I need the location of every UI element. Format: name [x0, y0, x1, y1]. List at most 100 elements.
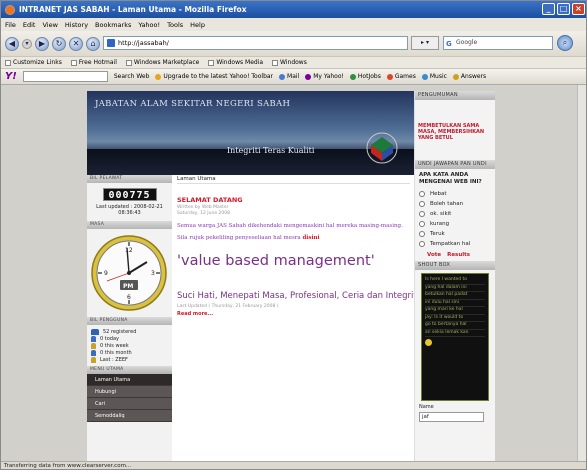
poll-option[interactable]: Tempatkan hal	[419, 239, 491, 249]
stat-month: 0 this month	[91, 349, 168, 356]
bookmark-item[interactable]: Windows Media	[208, 59, 263, 66]
bookmark-item[interactable]: Windows Marketplace	[125, 59, 199, 66]
search-go-icon[interactable]: ⌕	[557, 35, 573, 51]
home-button[interactable]: ⌂	[86, 36, 100, 51]
department-logo-icon	[366, 132, 398, 164]
back-dropdown-icon[interactable]: ▾	[22, 38, 32, 49]
radio-button[interactable]	[419, 221, 425, 227]
yahoo-upgrade[interactable]: Upgrade to the latest Yahoo! Toolbar	[155, 73, 273, 80]
stat-registered: 52 registered	[91, 328, 168, 335]
shout-message: yang mari ke hal	[425, 307, 485, 315]
poll: APA KATA ANDA MENGENAI WEB INI? Hebat Bo…	[415, 169, 495, 261]
address-bar[interactable]: http://jassabah/	[103, 36, 408, 50]
menu-tools[interactable]: Tools	[167, 21, 183, 29]
yahoo-search-web[interactable]: Search Web	[114, 73, 150, 80]
poll-option[interactable]: ok. sikit	[419, 209, 491, 219]
disini-link[interactable]: disini	[302, 235, 319, 241]
menu-file[interactable]: File	[5, 21, 16, 29]
browser-window: INTRANET JAS SABAH - Laman Utama - Mozil…	[0, 0, 587, 470]
back-button[interactable]: ◀	[5, 36, 19, 51]
article-byline: Written by Web Master Saturday, 12 June …	[177, 205, 230, 216]
radio-button[interactable]	[419, 241, 425, 247]
svg-text:6: 6	[127, 294, 131, 301]
svg-text:12: 12	[125, 247, 133, 254]
firefox-icon	[5, 4, 15, 15]
article-title[interactable]: SELAMAT DATANG	[177, 196, 410, 204]
banner-title: JABATAN ALAM SEKITAR NEGERI SABAH	[95, 99, 291, 109]
poll-option[interactable]: Boleh tahan	[419, 199, 491, 209]
warning-icon	[155, 73, 162, 80]
menu-hubungi[interactable]: Hubungi	[87, 386, 172, 398]
forward-button[interactable]: ▶	[35, 36, 49, 51]
yahoo-hotjobs[interactable]: HotJobs	[349, 73, 381, 80]
users-group-icon	[91, 328, 99, 335]
radio-button[interactable]	[419, 231, 425, 237]
bookmark-item[interactable]: Free Hotmail	[70, 59, 117, 66]
clock-heading: MASA	[87, 221, 172, 229]
counter-last-updated: Last updated : 2008-02-21 08:36:43	[96, 204, 163, 216]
yahoo-mail[interactable]: Mail	[279, 73, 299, 80]
svg-text:3: 3	[151, 270, 155, 277]
games-icon	[386, 73, 393, 80]
menu-help[interactable]: Help	[190, 21, 205, 29]
menu-laman-utama[interactable]: Laman Utama	[87, 374, 172, 386]
page-icon	[272, 59, 279, 66]
article-intro: Semua warga JAS Sabah dikehendaki mengem…	[177, 223, 403, 229]
poll-option[interactable]: Hebat	[419, 189, 491, 199]
yahoo-music[interactable]: Music	[421, 73, 447, 80]
shoutbox-heading: SHOUT BOX	[415, 261, 495, 270]
bookmark-item[interactable]: Windows	[272, 59, 307, 66]
counter-heading: BIL PELAWAT	[87, 175, 172, 183]
breadcrumb[interactable]: Laman Utama	[177, 175, 410, 184]
radio-button[interactable]	[419, 191, 425, 197]
minimize-button[interactable]: _	[542, 3, 555, 15]
vertical-scrollbar[interactable]	[577, 85, 586, 461]
window-title: INTRANET JAS SABAH - Laman Utama - Mozil…	[19, 5, 247, 14]
yahoo-logo[interactable]: Y!	[5, 71, 17, 82]
menu-view[interactable]: View	[42, 21, 57, 29]
menu-bookmarks[interactable]: Bookmarks	[95, 21, 131, 29]
menu-bar: File Edit View History Bookmarks Yahoo! …	[1, 18, 586, 31]
yahoo-answers[interactable]: Answers	[452, 73, 486, 80]
search-input[interactable]: G Google	[443, 36, 553, 50]
yahoo-games[interactable]: Games	[386, 73, 416, 80]
content-viewport: JABATAN ALAM SEKITAR NEGERI SABAH Integr…	[1, 85, 586, 461]
results-button[interactable]: Results	[447, 252, 470, 258]
shoutbox[interactable]: Is here I wanted to yang hal dalam ini b…	[421, 273, 489, 401]
reload-button[interactable]: ↻	[52, 36, 66, 51]
banner-slogan: Integriti Teras Kualiti	[227, 146, 315, 155]
radio-button[interactable]	[419, 201, 425, 207]
analog-clock: 12 3 6 9 PM	[87, 229, 172, 317]
stat-today: 0 today	[91, 335, 168, 342]
shout-message: Is here I wanted to	[425, 277, 485, 285]
title-bar: INTRANET JAS SABAH - Laman Utama - Mozil…	[1, 1, 586, 18]
users-heading: BIL PENGGUNA	[87, 317, 172, 325]
go-button[interactable]: ▸ ▾	[411, 36, 439, 50]
maximize-button[interactable]: □	[557, 3, 570, 15]
shout-message: an sekia lemak kan	[425, 330, 485, 337]
page-icon	[70, 59, 77, 66]
menu-edit[interactable]: Edit	[23, 21, 36, 29]
menu-yahoo[interactable]: Yahoo!	[138, 21, 160, 29]
shout-message: betulkan hal padat	[425, 292, 485, 300]
left-sidebar: BIL PELAWAT 000775 Last updated : 2008-0…	[87, 175, 172, 461]
close-button[interactable]: ×	[572, 3, 585, 15]
stop-button[interactable]: ✕	[69, 36, 83, 51]
read-more-link[interactable]: Read more...	[177, 311, 410, 317]
poll-option[interactable]: Teruk	[419, 229, 491, 239]
menu-history[interactable]: History	[65, 21, 88, 29]
hotjobs-icon	[349, 73, 356, 80]
bookmark-item[interactable]: Customize Links	[5, 59, 62, 66]
clock-icon: 12 3 6 9 PM	[91, 235, 167, 311]
yahoo-my-yahoo[interactable]: My Yahoo!	[305, 73, 344, 80]
name-field[interactable]: jaf	[419, 412, 484, 422]
menu-cari[interactable]: Cari	[87, 398, 172, 410]
vote-button[interactable]: Vote	[427, 252, 441, 258]
poll-heading: UNDI JAWAPAN PAN UNDI	[415, 160, 495, 169]
yahoo-toolbar: Y! Search Web Upgrade to the latest Yaho…	[1, 68, 586, 85]
menu-semoddaliq[interactable]: Semoddaliq	[87, 410, 172, 422]
user-icon	[91, 335, 96, 342]
yahoo-search-input[interactable]	[22, 71, 108, 82]
radio-button[interactable]	[419, 211, 425, 217]
poll-option[interactable]: kurang	[419, 219, 491, 229]
